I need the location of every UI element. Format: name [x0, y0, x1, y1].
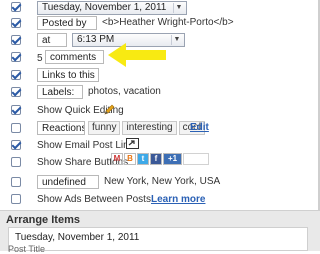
chevron-down-icon: ▼: [173, 3, 184, 13]
location-text: New York, New York, USA: [104, 176, 221, 187]
arrow-annotation-icon: [108, 42, 166, 71]
arrange-post-title: Post Title: [8, 244, 46, 254]
facebook-share-icon: f: [150, 153, 162, 165]
pencil-icon: [104, 104, 115, 118]
comments-input[interactable]: comments: [45, 50, 104, 64]
email-arrow-icon: [126, 138, 139, 152]
at-input[interactable]: at: [37, 33, 67, 47]
posted-by-checkbox[interactable]: [11, 18, 21, 28]
labels-value: photos, vacation: [88, 86, 161, 97]
learn-more-link[interactable]: Learn more: [151, 194, 205, 205]
posted-by-input[interactable]: Posted by: [37, 16, 97, 30]
labels-checkbox[interactable]: [11, 87, 21, 97]
time-checkbox[interactable]: [11, 35, 21, 45]
share-icons: M B t f +1: [111, 153, 209, 167]
ads-label: Show Ads Between Posts: [37, 194, 151, 205]
plusone-share-icon: +1: [163, 153, 182, 165]
labels-input[interactable]: Labels:: [37, 85, 83, 99]
email-share-icon: M: [111, 153, 123, 165]
arrange-items-box[interactable]: Tuesday, November 1, 2011: [8, 227, 308, 251]
links-checkbox[interactable]: [11, 70, 21, 80]
date-checkbox[interactable]: [11, 2, 21, 12]
reactions-input[interactable]: Reactions:: [37, 121, 85, 135]
author-text: <b>Heather Wright-Porto</b>: [102, 17, 234, 28]
share-count-box: [183, 153, 209, 165]
email-links-label: Show Email Post Links: [37, 140, 139, 151]
share-buttons-checkbox[interactable]: [11, 157, 21, 167]
date-select[interactable]: Tuesday, November 1, 2011 ▼: [37, 1, 187, 15]
location-input[interactable]: undefined: [37, 175, 99, 189]
reaction-tag: interesting: [122, 121, 177, 135]
email-links-checkbox[interactable]: [11, 140, 21, 150]
comments-checkbox[interactable]: [11, 52, 21, 62]
arrange-date: Tuesday, November 1, 2011: [15, 232, 140, 243]
date-select-value: Tuesday, November 1, 2011: [42, 2, 167, 13]
quick-editing-checkbox[interactable]: [11, 105, 21, 115]
twitter-share-icon: t: [137, 153, 149, 165]
chevron-down-icon: ▼: [171, 35, 182, 45]
post-settings-panel: Tuesday, November 1, 2011 ▼ Posted by <b…: [0, 0, 320, 254]
ads-checkbox[interactable]: [11, 194, 21, 204]
comments-count: 5: [37, 53, 43, 64]
arrange-items-section: Arrange Items Tuesday, November 1, 2011: [0, 210, 320, 251]
arrange-items-title: Arrange Items: [6, 214, 80, 226]
blogger-share-icon: B: [124, 153, 136, 165]
links-input[interactable]: Links to this post: [37, 68, 99, 82]
reaction-tag: funny: [88, 121, 121, 135]
location-checkbox[interactable]: [11, 177, 21, 187]
edit-reactions-link[interactable]: Edit: [190, 122, 209, 133]
reactions-checkbox[interactable]: [11, 123, 21, 133]
